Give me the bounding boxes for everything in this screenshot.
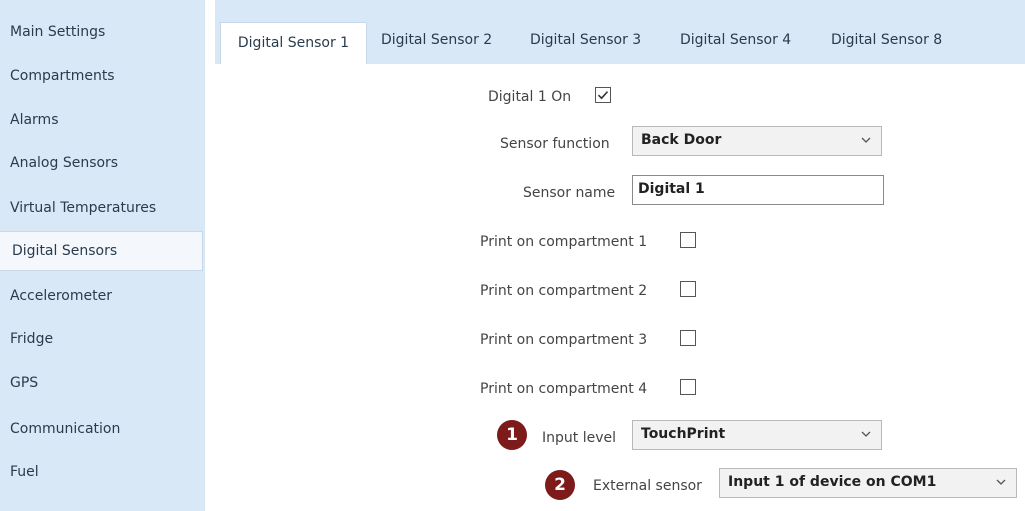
digital-on-label: Digital 1 On bbox=[488, 89, 572, 105]
sidebar-item-compartments[interactable]: Compartments bbox=[10, 66, 115, 86]
sidebar-separator bbox=[205, 0, 215, 511]
sidebar-item-fuel[interactable]: Fuel bbox=[10, 462, 39, 482]
chevron-down-icon bbox=[861, 137, 871, 143]
external-sensor-label: External sensor bbox=[593, 478, 702, 494]
callout-badge-2: 2 bbox=[545, 470, 575, 500]
sidebar-item-alarms[interactable]: Alarms bbox=[10, 110, 59, 130]
tab-digital-sensor-8[interactable]: Digital Sensor 8 bbox=[831, 32, 942, 48]
tab-digital-sensor-4[interactable]: Digital Sensor 4 bbox=[680, 32, 791, 48]
print-compartment-1-label: Print on compartment 1 bbox=[480, 234, 648, 250]
external-sensor-select[interactable]: Input 1 of device on COM1 bbox=[719, 468, 1017, 498]
tab-bar: Digital Sensor 1 Digital Sensor 2 Digita… bbox=[215, 0, 1025, 64]
sidebar-item-analog-sensors[interactable]: Analog Sensors bbox=[10, 153, 118, 173]
input-level-label: Input level bbox=[542, 430, 616, 446]
sensor-function-select[interactable]: Back Door bbox=[632, 126, 882, 156]
print-compartment-4-label: Print on compartment 4 bbox=[480, 381, 648, 397]
sidebar-item-gps[interactable]: GPS bbox=[10, 373, 38, 393]
sensor-name-label: Sensor name bbox=[523, 185, 616, 201]
callout-badge-1: 1 bbox=[497, 420, 527, 450]
digital-sensor-panel: Digital 1 On Sensor function Back Door S… bbox=[215, 64, 1025, 511]
print-compartment-2-checkbox[interactable] bbox=[680, 281, 696, 297]
chevron-down-icon bbox=[996, 479, 1006, 485]
sensor-function-label: Sensor function bbox=[500, 136, 610, 152]
sensor-function-value: Back Door bbox=[641, 132, 722, 148]
sidebar-item-accelerometer[interactable]: Accelerometer bbox=[10, 286, 112, 306]
sidebar-item-fridge[interactable]: Fridge bbox=[10, 329, 53, 349]
print-compartment-1-checkbox[interactable] bbox=[680, 232, 696, 248]
sidebar: Main Settings Compartments Alarms Analog… bbox=[0, 0, 205, 511]
input-level-value: TouchPrint bbox=[641, 426, 726, 442]
sensor-name-input[interactable] bbox=[638, 181, 868, 197]
print-compartment-3-label: Print on compartment 3 bbox=[480, 332, 648, 348]
input-level-select[interactable]: TouchPrint bbox=[632, 420, 882, 450]
tab-digital-sensor-2[interactable]: Digital Sensor 2 bbox=[381, 32, 492, 48]
chevron-down-icon bbox=[861, 431, 871, 437]
sensor-name-field[interactable] bbox=[632, 175, 884, 205]
print-compartment-2-label: Print on compartment 2 bbox=[480, 283, 648, 299]
sidebar-item-communication[interactable]: Communication bbox=[10, 419, 120, 439]
external-sensor-value: Input 1 of device on COM1 bbox=[728, 474, 937, 490]
tab-digital-sensor-3[interactable]: Digital Sensor 3 bbox=[530, 32, 641, 48]
tab-digital-sensor-1[interactable]: Digital Sensor 1 bbox=[220, 22, 367, 64]
print-compartment-4-checkbox[interactable] bbox=[680, 379, 696, 395]
checkmark-icon bbox=[597, 91, 609, 100]
sidebar-item-virtual-temperatures[interactable]: Virtual Temperatures bbox=[10, 198, 156, 218]
digital-on-checkbox[interactable] bbox=[595, 87, 611, 103]
sidebar-item-main-settings[interactable]: Main Settings bbox=[10, 22, 105, 42]
print-compartment-3-checkbox[interactable] bbox=[680, 330, 696, 346]
sidebar-item-digital-sensors[interactable]: Digital Sensors bbox=[0, 231, 203, 271]
